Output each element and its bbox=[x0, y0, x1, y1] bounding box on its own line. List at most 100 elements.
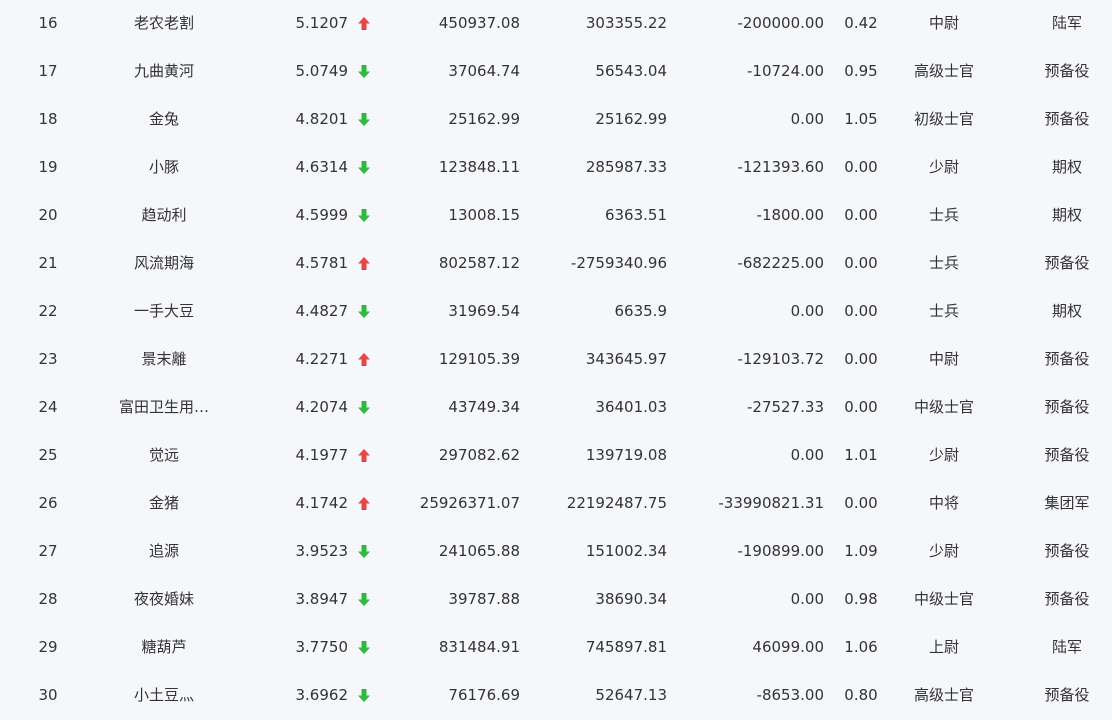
name-cell: 觉远 bbox=[148, 446, 179, 464]
table-row[interactable]: 17 九曲黄河 5.0749 37064.74 56543.04 -10724.00 0.9… bbox=[0, 48, 1112, 96]
account-type-cell: 预备役 bbox=[1044, 398, 1090, 416]
rank-cell: 19 bbox=[38, 158, 58, 176]
military-rank-cell: 少尉 bbox=[928, 158, 959, 176]
value4-cell: 0.98 bbox=[844, 590, 878, 608]
account-type-cell: 预备役 bbox=[1044, 62, 1090, 80]
value3-cell: 0.00 bbox=[790, 110, 824, 128]
table-row[interactable]: 25 觉远 4.1977 297082.62 139719.08 0.00 1.01 少尉 预备… bbox=[0, 432, 1112, 480]
table-row[interactable]: 29 糖葫芦 3.7750 831484.91 745897.81 46099.00 1.0… bbox=[0, 624, 1112, 672]
table-row[interactable]: 18 金兔 4.8201 25162.99 25162.99 0.00 1.05 初级士官 预备… bbox=[0, 96, 1112, 144]
value3-cell: -8653.00 bbox=[756, 686, 824, 704]
rank-cell: 23 bbox=[38, 350, 58, 368]
account-type-cell: 预备役 bbox=[1044, 686, 1090, 704]
ratio-cell: 4.2271 bbox=[295, 350, 349, 368]
value2-cell: 139719.08 bbox=[585, 446, 667, 464]
ratio-cell: 3.8947 bbox=[295, 590, 349, 608]
ratio-cell: 4.1742 bbox=[295, 494, 349, 512]
ratio-cell: 4.6314 bbox=[295, 158, 349, 176]
table-row[interactable]: 21 风流期海 4.5781 802587.12 -2759340.96 -682225.… bbox=[0, 240, 1112, 288]
value1-cell: 43749.34 bbox=[448, 398, 520, 416]
value3-cell: 0.00 bbox=[790, 446, 824, 464]
name-cell: 老农老割 bbox=[133, 14, 194, 32]
military-rank-cell: 少尉 bbox=[928, 446, 959, 464]
account-type-cell: 期权 bbox=[1051, 206, 1082, 224]
arrow-down-icon bbox=[357, 144, 375, 192]
value3-cell: -190899.00 bbox=[737, 542, 824, 560]
military-rank-cell: 上尉 bbox=[928, 638, 959, 656]
value2-cell: 22192487.75 bbox=[566, 494, 667, 512]
table-row[interactable]: 30 小土豆灬 3.6962 76176.69 52647.13 -8653.00 0.80… bbox=[0, 672, 1112, 720]
value1-cell: 76176.69 bbox=[448, 686, 520, 704]
table-row[interactable]: 27 追源 3.9523 241065.88 151002.34 -190899.00 1.… bbox=[0, 528, 1112, 576]
table-row[interactable]: 23 景末離 4.2271 129105.39 343645.97 -129103.72 0… bbox=[0, 336, 1112, 384]
value3-cell: -682225.00 bbox=[737, 254, 824, 272]
value3-cell: -121393.60 bbox=[737, 158, 824, 176]
name-cell: 追源 bbox=[148, 542, 179, 560]
arrow-down-icon bbox=[357, 624, 375, 672]
military-rank-cell: 士兵 bbox=[928, 254, 959, 272]
military-rank-cell: 高级士官 bbox=[913, 686, 974, 704]
value1-cell: 129105.39 bbox=[438, 350, 520, 368]
value2-cell: 52647.13 bbox=[595, 686, 667, 704]
ratio-cell: 5.0749 bbox=[295, 62, 349, 80]
name-cell: 夜夜婚妹 bbox=[133, 590, 194, 608]
value3-cell: -129103.72 bbox=[737, 350, 824, 368]
arrow-down-icon bbox=[357, 192, 375, 240]
name-cell: 金猪 bbox=[148, 494, 179, 512]
value4-cell: 0.00 bbox=[844, 302, 878, 320]
value4-cell: 0.42 bbox=[844, 14, 878, 32]
rank-cell: 16 bbox=[38, 14, 58, 32]
value4-cell: 0.00 bbox=[844, 206, 878, 224]
value1-cell: 450937.08 bbox=[438, 14, 520, 32]
military-rank-cell: 高级士官 bbox=[913, 62, 974, 80]
ratio-cell: 4.4827 bbox=[295, 302, 349, 320]
arrow-down-icon bbox=[357, 96, 375, 144]
table-row[interactable]: 22 一手大豆 4.4827 31969.54 6635.9 0.00 0.00 士兵 期权 bbox=[0, 288, 1112, 336]
value4-cell: 0.00 bbox=[844, 350, 878, 368]
value3-cell: -10724.00 bbox=[747, 62, 824, 80]
rank-cell: 26 bbox=[38, 494, 58, 512]
rank-cell: 22 bbox=[38, 302, 58, 320]
rank-cell: 30 bbox=[38, 686, 58, 704]
value2-cell: -2759340.96 bbox=[570, 254, 667, 272]
value4-cell: 1.05 bbox=[844, 110, 878, 128]
value1-cell: 25162.99 bbox=[448, 110, 520, 128]
arrow-up-icon bbox=[357, 336, 375, 384]
ratio-cell: 4.1977 bbox=[295, 446, 349, 464]
ratio-cell: 4.5999 bbox=[295, 206, 349, 224]
value1-cell: 297082.62 bbox=[438, 446, 520, 464]
account-type-cell: 预备役 bbox=[1044, 350, 1090, 368]
arrow-down-icon bbox=[357, 288, 375, 336]
rank-cell: 28 bbox=[38, 590, 58, 608]
rank-cell: 18 bbox=[38, 110, 58, 128]
value3-cell: -1800.00 bbox=[756, 206, 824, 224]
value2-cell: 343645.97 bbox=[585, 350, 667, 368]
value2-cell: 745897.81 bbox=[585, 638, 667, 656]
value1-cell: 39787.88 bbox=[448, 590, 520, 608]
arrow-down-icon bbox=[357, 384, 375, 432]
value4-cell: 1.09 bbox=[844, 542, 878, 560]
value2-cell: 38690.34 bbox=[595, 590, 667, 608]
table-row[interactable]: 16 老农老割 5.1207 450937.08 303355.22 -200000.00… bbox=[0, 0, 1112, 48]
military-rank-cell: 中尉 bbox=[928, 14, 959, 32]
name-cell: 趋动利 bbox=[141, 206, 187, 224]
name-cell: 小豚 bbox=[148, 158, 179, 176]
ratio-cell: 5.1207 bbox=[295, 14, 349, 32]
name-cell: 小土豆灬 bbox=[133, 686, 194, 704]
arrow-down-icon bbox=[357, 576, 375, 624]
account-type-cell: 集团军 bbox=[1044, 494, 1090, 512]
table-row[interactable]: 20 趋动利 4.5999 13008.15 6363.51 -1800.00 0.00 士兵… bbox=[0, 192, 1112, 240]
arrow-up-icon bbox=[357, 480, 375, 528]
table-row[interactable]: 24 富田卫生用… 4.2074 43749.34 36401.03 -27527.33 0… bbox=[0, 384, 1112, 432]
table-row[interactable]: 19 小豚 4.6314 123848.11 285987.33 -121393.60 0.… bbox=[0, 144, 1112, 192]
arrow-down-icon bbox=[357, 48, 375, 96]
value1-cell: 37064.74 bbox=[448, 62, 520, 80]
value4-cell: 0.00 bbox=[844, 254, 878, 272]
ratio-cell: 3.9523 bbox=[295, 542, 349, 560]
table-row[interactable]: 28 夜夜婚妹 3.8947 39787.88 38690.34 0.00 0.98 中级士官… bbox=[0, 576, 1112, 624]
value4-cell: 1.06 bbox=[844, 638, 878, 656]
ratio-cell: 4.5781 bbox=[295, 254, 349, 272]
table-row[interactable]: 26 金猪 4.1742 25926371.07 22192487.75 -3399082… bbox=[0, 480, 1112, 528]
value1-cell: 123848.11 bbox=[438, 158, 520, 176]
rank-cell: 25 bbox=[38, 446, 58, 464]
